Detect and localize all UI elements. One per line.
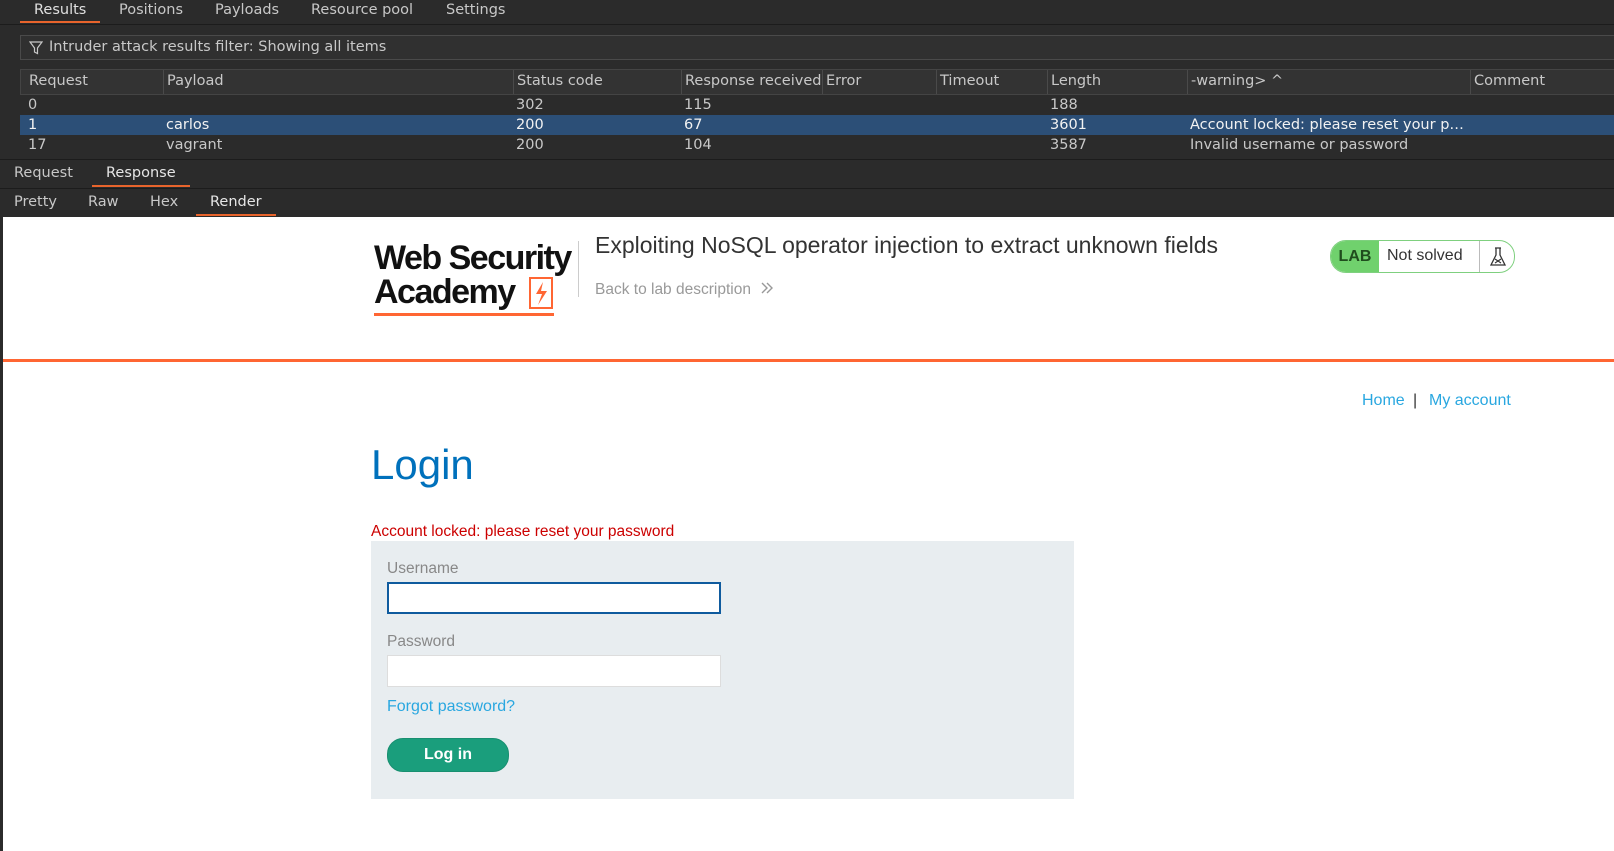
cell-warning: Account locked: please reset your p…	[1190, 117, 1464, 133]
col-status-code[interactable]: Status code	[514, 70, 682, 94]
tab-response[interactable]: Response	[92, 163, 190, 187]
table-row[interactable]: 17 vagrant 200 104 3587 Invalid username…	[20, 135, 1614, 155]
col-request[interactable]: Request	[21, 70, 164, 94]
rendered-response-page: Web Security Academy Exploiting NoSQL op…	[0, 217, 1614, 851]
login-button[interactable]: Log in	[387, 738, 509, 772]
table-row[interactable]: 0 302 115 188	[20, 95, 1614, 115]
error-message: Account locked: please reset your passwo…	[371, 523, 675, 540]
tab-render[interactable]: Render	[196, 192, 276, 216]
cell-status: 302	[516, 97, 544, 113]
cell-payload	[163, 95, 166, 115]
tab-payloads[interactable]: Payloads	[201, 1, 293, 21]
cell-request: 17	[28, 137, 47, 153]
lab-title: Exploiting NoSQL operator injection to e…	[595, 232, 1219, 258]
flask-icon	[1489, 247, 1507, 266]
tab-resource-pool[interactable]: Resource pool	[297, 1, 427, 21]
password-field[interactable]	[387, 655, 721, 687]
cell-received: 104	[684, 137, 712, 153]
logo-underline	[374, 313, 554, 316]
forgot-password-link[interactable]: Forgot password?	[387, 698, 515, 716]
cell-request: 1	[28, 117, 38, 133]
table-header: Request Payload Status code Response rec…	[20, 69, 1614, 95]
tab-raw[interactable]: Raw	[74, 192, 133, 214]
login-form: Username Password Forgot password? Log i…	[371, 541, 1074, 799]
header-orange-rule	[3, 359, 1614, 362]
header-divider	[578, 241, 579, 297]
col-warning[interactable]: -warning> ^	[1188, 70, 1471, 94]
col-length[interactable]: Length	[1048, 70, 1188, 94]
cell-payload: vagrant	[166, 137, 223, 153]
web-security-academy-logo[interactable]: Web Security Academy	[374, 239, 574, 319]
double-chevron-right-icon	[761, 282, 774, 294]
view-tab-bar: Pretty Raw Hex Render	[0, 189, 1614, 217]
username-field[interactable]	[387, 582, 721, 614]
password-label: Password	[387, 633, 456, 650]
flask-icon-container	[1479, 241, 1514, 272]
tab-request[interactable]: Request	[0, 163, 87, 185]
intruder-tab-bar: Results Positions Payloads Resource pool…	[0, 0, 1614, 25]
page-title: Login	[371, 441, 474, 488]
back-link-label: Back to lab description	[595, 281, 751, 298]
col-payload[interactable]: Payload	[164, 70, 514, 94]
cell-payload: carlos	[166, 117, 210, 133]
tab-results[interactable]: Results	[20, 1, 101, 23]
table-row-selected[interactable]: 1 carlos 200 67 3601 Account locked: ple…	[20, 115, 1614, 135]
tab-settings[interactable]: Settings	[432, 1, 519, 21]
back-to-lab-link[interactable]: Back to lab description	[595, 281, 775, 299]
tab-pretty[interactable]: Pretty	[0, 192, 71, 214]
col-error[interactable]: Error	[823, 70, 937, 94]
cell-received: 67	[684, 117, 703, 133]
request-response-tab-bar: Request Response	[0, 159, 1614, 189]
burp-intruder-panel: Results Positions Payloads Resource pool…	[0, 0, 1614, 217]
tab-positions[interactable]: Positions	[105, 1, 197, 21]
cell-status: 200	[516, 137, 544, 153]
cell-length: 3587	[1050, 137, 1087, 153]
lightning-bolt-icon	[529, 277, 553, 309]
username-label: Username	[387, 560, 459, 577]
filter-text: Intruder attack results filter: Showing …	[49, 39, 387, 55]
col-response-received[interactable]: Response received	[682, 70, 823, 94]
col-timeout[interactable]: Timeout	[937, 70, 1048, 94]
lab-label: LAB	[1331, 241, 1379, 272]
nav-my-account-link[interactable]: My account	[1429, 392, 1511, 410]
cell-warning	[1187, 95, 1470, 115]
col-comment[interactable]: Comment	[1471, 70, 1614, 94]
tab-hex[interactable]: Hex	[136, 192, 192, 214]
cell-length: 3601	[1050, 117, 1087, 133]
cell-warning: Invalid username or password	[1190, 137, 1409, 153]
lab-status-badge: LAB Not solved	[1330, 240, 1515, 273]
cell-status: 200	[516, 117, 544, 133]
results-filter-bar[interactable]: Intruder attack results filter: Showing …	[20, 35, 1614, 60]
cell-received: 115	[684, 97, 712, 113]
nav-separator: |	[1413, 392, 1418, 409]
logo-line-2: Academy	[374, 273, 516, 311]
lab-status-text: Not solved	[1387, 247, 1463, 264]
cell-request: 0	[28, 97, 38, 113]
nav-home-link[interactable]: Home	[1362, 392, 1405, 410]
filter-icon	[29, 41, 43, 55]
cell-length: 188	[1050, 97, 1078, 113]
